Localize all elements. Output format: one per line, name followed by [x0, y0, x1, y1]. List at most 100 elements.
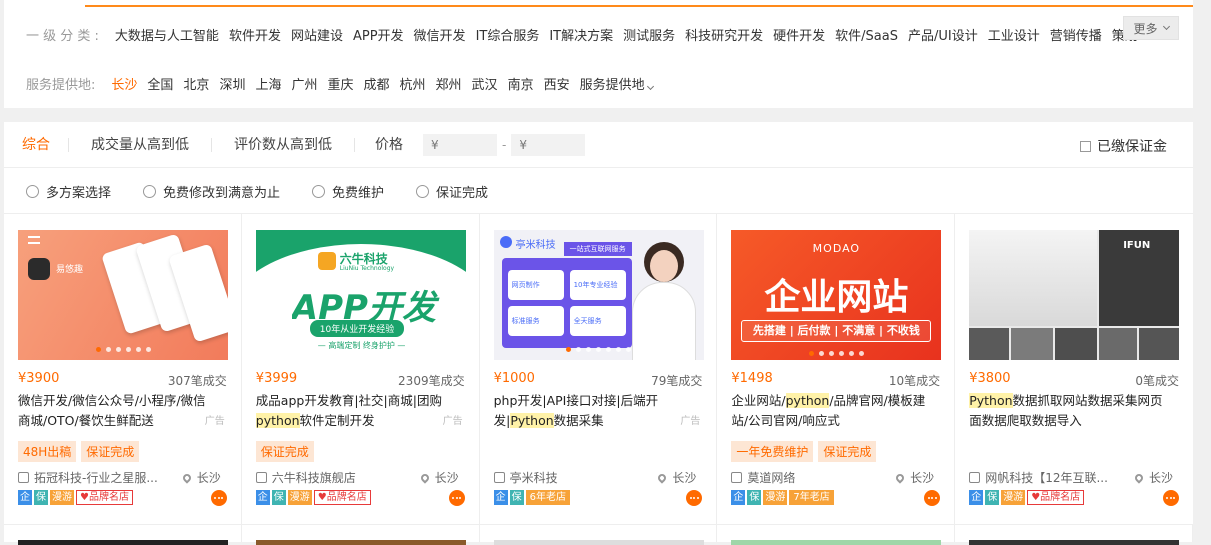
category-item[interactable]: IT解决方案 — [549, 25, 613, 44]
location-pin-icon — [181, 471, 193, 484]
category-item[interactable]: 微信开发 — [414, 25, 466, 44]
menu-icon — [28, 236, 40, 244]
office-photo — [1011, 328, 1054, 360]
deposit-label: 已缴保证金 — [1097, 139, 1167, 155]
category-item[interactable]: 大数据与人工智能 — [115, 25, 219, 44]
location-more-dropdown[interactable]: 服务提供地 — [580, 74, 654, 93]
carousel-dots — [731, 351, 941, 356]
category-item[interactable]: 测试服务 — [623, 25, 675, 44]
radio-button[interactable] — [143, 184, 157, 198]
brand-store-badge: ♥品牌名店 — [76, 490, 133, 505]
sort-default[interactable]: 综合 — [4, 137, 69, 152]
location-pin-icon — [1133, 471, 1145, 484]
product-thumbnail[interactable]: IFUN — [969, 230, 1180, 360]
chat-icon[interactable] — [210, 490, 227, 506]
shop-link[interactable]: 网帆科技【12年互联... — [969, 469, 1119, 486]
location-item[interactable]: 杭州 — [400, 74, 426, 93]
price: ¥1000 — [493, 371, 535, 386]
tag: 一年免费维护 — [731, 441, 814, 462]
product-thumbnail[interactable]: 易悠趣 — [18, 230, 228, 360]
product-title[interactable]: 企业网站/python/品牌官网/模板建站/公司官网/响应式 — [731, 391, 929, 431]
office-photo — [1055, 328, 1098, 360]
category-item[interactable]: 产品/UI设计 — [908, 25, 978, 44]
product-title[interactable]: php开发|API接口对接|后端开发|Python数据采集 — [494, 391, 692, 431]
price-min-input[interactable] — [423, 133, 497, 156]
product-thumbnail — [731, 540, 942, 545]
location-item[interactable]: 深圳 — [219, 74, 245, 93]
location-row: 服务提供地: 长沙 全国 北京 深圳 上海 广州 重庆 成都 杭州 郑州 武汉 … — [26, 74, 663, 93]
tag-list: 一年免费维护 保证完成 — [731, 441, 877, 462]
product-card[interactable]: IFUN ¥3800 0笔成交 Python数据抓取网站数据采集网页面数据爬取数… — [955, 214, 1193, 524]
location-item[interactable]: 南京 — [508, 74, 534, 93]
sort-by-price[interactable]: 价格 — [355, 138, 423, 152]
category-item[interactable]: IT综合服务 — [476, 25, 540, 44]
location-item[interactable]: 武汉 — [472, 74, 498, 93]
radio-button[interactable] — [416, 184, 430, 198]
sort-by-reviews[interactable]: 评价数从高到低 — [212, 137, 355, 152]
product-card[interactable]: 易悠趣 ¥3900 307笔成交 微信开发/微信公众号/小程序/微信商城/OTO… — [4, 214, 242, 524]
category-item[interactable]: 工业设计 — [988, 25, 1040, 44]
location-item[interactable]: 广州 — [291, 74, 317, 93]
product-card[interactable] — [242, 525, 480, 545]
location-item[interactable]: 全国 — [147, 74, 173, 93]
chat-icon[interactable] — [448, 490, 465, 506]
product-card[interactable] — [4, 525, 242, 545]
location-item[interactable]: 北京 — [183, 74, 209, 93]
product-card[interactable]: MODAO 企业网站 先搭建 | 后付款 | 不满意 | 不收钱 ¥1498 1… — [717, 214, 956, 524]
more-label: 更多 — [1133, 21, 1158, 36]
radio-button[interactable] — [312, 184, 326, 198]
deal-count: 0笔成交 — [1135, 374, 1179, 388]
category-item[interactable]: 软件/SaaS — [835, 25, 898, 44]
tag: 48H出稿 — [18, 441, 77, 462]
price-max-input[interactable] — [511, 133, 586, 156]
deposit-filter[interactable]: 已缴保证金 — [1080, 136, 1167, 156]
product-card[interactable]: 六牛科技 LiuNiu Technology APP开发 10年从业开发经验 —… — [242, 214, 480, 524]
location-item[interactable]: 西安 — [544, 74, 570, 93]
location-item[interactable]: 重庆 — [327, 74, 353, 93]
category-item[interactable]: 硬件开发 — [773, 25, 825, 44]
category-item[interactable]: 科技研究开发 — [685, 25, 763, 44]
store-age-badge: 6年老店 — [525, 490, 570, 505]
product-card[interactable]: 亭米科技 一站式互联网服务 网页制作 10年专业经验 标准服务 全天服务 ¥10… — [480, 214, 718, 524]
product-card[interactable] — [480, 525, 718, 545]
location-item[interactable]: 成都 — [364, 74, 390, 93]
product-card[interactable] — [717, 525, 956, 545]
product-thumbnail[interactable]: 六牛科技 LiuNiu Technology APP开发 10年从业开发经验 —… — [255, 230, 466, 360]
category-item[interactable]: APP开发 — [353, 25, 404, 44]
radio-button[interactable] — [26, 184, 39, 198]
deposit-checkbox[interactable] — [1080, 140, 1091, 152]
deal-count: 307笔成交 — [167, 374, 227, 388]
chat-icon[interactable] — [924, 490, 941, 506]
option-free-maintenance[interactable]: 免费维护 — [312, 182, 384, 201]
option-multi-plan[interactable]: 多方案选择 — [26, 182, 111, 201]
product-title[interactable]: 成品app开发教育|社交|商城|团购python软件定制开发 — [255, 391, 454, 431]
tag-list: 保证完成 — [255, 441, 314, 462]
category-item[interactable]: 软件开发 — [229, 25, 281, 44]
more-button[interactable]: 更多 — [1123, 16, 1179, 40]
chat-icon[interactable] — [1162, 490, 1179, 506]
badge-list: 企 保 6年老店 — [493, 490, 570, 505]
option-free-revision[interactable]: 免费修改到满意为止 — [143, 182, 280, 201]
location-item[interactable]: 郑州 — [436, 74, 462, 93]
product-thumbnail[interactable]: MODAO 企业网站 先搭建 | 后付款 | 不满意 | 不收钱 — [731, 230, 942, 360]
option-guaranteed[interactable]: 保证完成 — [416, 182, 488, 201]
tag: 保证完成 — [255, 441, 314, 462]
chat-icon[interactable] — [686, 490, 703, 506]
product-title[interactable]: 微信开发/微信公众号/小程序/微信商城/OTO/餐饮生鲜配送 — [18, 391, 216, 431]
shop-link[interactable]: 六牛科技旗舰店 — [255, 469, 406, 486]
shop-link[interactable]: 莫道网络 — [731, 469, 881, 486]
shop-link[interactable]: 亭米科技 — [493, 469, 644, 486]
product-title[interactable]: Python数据抓取网站数据采集网页面数据爬取数据导入 — [969, 391, 1167, 431]
tag: 保证完成 — [818, 441, 877, 462]
product-card[interactable] — [955, 525, 1193, 545]
category-item[interactable]: 网站建设 — [291, 25, 343, 44]
service-tile: 网页制作 — [507, 270, 564, 300]
location-item-active[interactable]: 长沙 — [111, 74, 137, 93]
person-face — [649, 250, 678, 282]
shop-link[interactable]: 拓冠科技-行业之星服... — [18, 469, 168, 486]
category-item[interactable]: 营销传播 — [1050, 25, 1102, 44]
brand-logo — [499, 236, 512, 248]
sort-by-volume[interactable]: 成交量从高到低 — [69, 137, 212, 152]
location-item[interactable]: 上海 — [255, 74, 281, 93]
product-thumbnail[interactable]: 亭米科技 一站式互联网服务 网页制作 10年专业经验 标准服务 全天服务 — [493, 230, 704, 360]
